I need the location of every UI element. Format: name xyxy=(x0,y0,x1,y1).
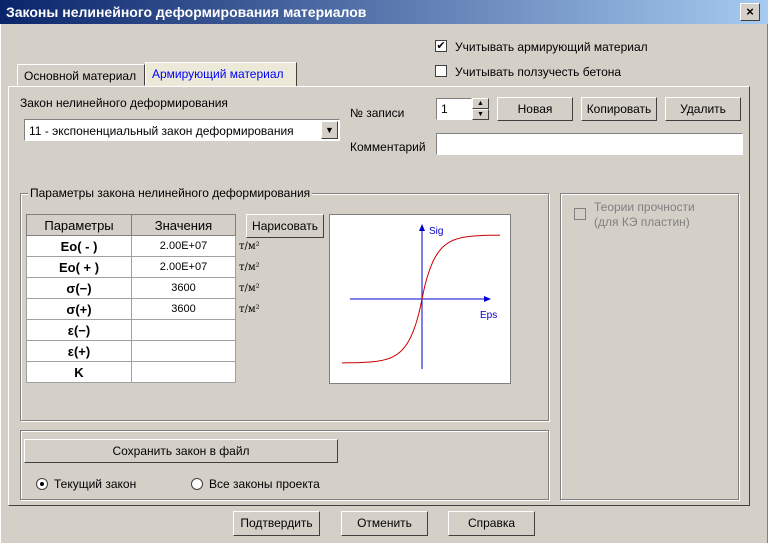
all-laws-label: Все законы проекта xyxy=(209,477,320,491)
unit-label: т/м² xyxy=(239,262,260,273)
draw-button-label: Нарисовать xyxy=(252,219,318,233)
title-bar: Законы нелинейного деформирования матери… xyxy=(0,0,768,24)
delete-record-label: Удалить xyxy=(680,102,726,116)
law-plot: Sig Eps xyxy=(329,214,511,384)
comment-label: Комментарий xyxy=(350,140,426,154)
creep-checkbox[interactable] xyxy=(435,65,447,77)
comment-input[interactable] xyxy=(436,133,743,155)
delete-record-button[interactable]: Удалить xyxy=(665,97,741,121)
params-group-title: Параметры закона нелинейного деформирова… xyxy=(28,186,313,200)
close-icon: × xyxy=(746,4,754,19)
record-number-value: 1 xyxy=(441,102,448,116)
strength-group xyxy=(560,193,739,500)
help-label: Справка xyxy=(467,516,516,530)
window-title: Законы нелинейного деформирования матери… xyxy=(6,4,367,20)
cancel-label: Отменить xyxy=(357,516,412,530)
current-law-label: Текущий закон xyxy=(54,477,137,491)
unit-label: т/м² xyxy=(239,283,260,294)
new-record-label: Новая xyxy=(517,102,553,116)
tab-main-material-label: Основной материал xyxy=(24,69,137,83)
table-row: K xyxy=(26,361,236,383)
param-value-cell[interactable] xyxy=(131,361,236,383)
y-axis-label: Sig xyxy=(429,226,443,237)
strength-checkbox[interactable] xyxy=(574,208,586,220)
law-select-value: 11 - экспоненциальный закон деформирован… xyxy=(29,124,294,138)
reinforcing-checkbox[interactable]: ✔ xyxy=(435,40,447,52)
copy-record-label: Копировать xyxy=(586,102,652,116)
confirm-button[interactable]: Подтвердить xyxy=(233,511,320,536)
help-button[interactable]: Справка xyxy=(448,511,535,536)
param-value-cell[interactable]: 3600 xyxy=(131,298,236,320)
param-name: Eo( + ) xyxy=(26,256,132,278)
unit-label: т/м² xyxy=(239,241,260,252)
spin-down-icon[interactable]: ▼ xyxy=(472,109,489,120)
param-name: K xyxy=(26,361,132,383)
param-name: Eo( - ) xyxy=(26,235,132,257)
close-button[interactable]: × xyxy=(740,3,760,21)
law-label: Закон нелинейного деформирования xyxy=(20,96,228,110)
all-laws-radio[interactable] xyxy=(191,478,203,490)
tab-reinforcing-material[interactable]: Армирующий материал xyxy=(145,62,297,86)
record-number-input[interactable]: 1 xyxy=(436,98,472,120)
param-value-cell[interactable]: 3600 xyxy=(131,277,236,299)
creep-checkbox-label: Учитывать ползучесть бетона xyxy=(455,65,622,79)
param-value-cell[interactable] xyxy=(131,340,236,362)
param-name: σ(+) xyxy=(26,298,132,320)
save-law-button[interactable]: Сохранить закон в файл xyxy=(24,439,338,463)
param-value-cell[interactable]: 2.00E+07 xyxy=(131,256,236,278)
tab-reinforcing-material-label: Армирующий материал xyxy=(152,67,284,81)
col-header-params: Параметры xyxy=(26,214,132,236)
spin-up-icon[interactable]: ▲ xyxy=(472,98,489,109)
table-row: Eo( - ) 2.00E+07 xyxy=(26,235,236,257)
confirm-label: Подтвердить xyxy=(240,516,313,530)
tab-main-material[interactable]: Основной материал xyxy=(17,64,145,86)
params-table: Параметры Значения Eo( - ) 2.00E+07 Eo( +… xyxy=(26,214,236,383)
save-law-label: Сохранить закон в файл xyxy=(112,444,250,458)
table-row: Eo( + ) 2.00E+07 xyxy=(26,256,236,278)
table-row: σ(−) 3600 xyxy=(26,277,236,299)
law-select[interactable]: 11 - экспоненциальный закон деформирован… xyxy=(24,119,340,141)
copy-record-button[interactable]: Копировать xyxy=(581,97,657,121)
unit-label: т/м² xyxy=(239,304,260,315)
table-row: ε(+) xyxy=(26,340,236,362)
reinforcing-checkbox-label: Учитывать армирующий материал xyxy=(455,40,648,54)
x-axis-arrow-icon xyxy=(484,296,491,302)
checkmark-icon: ✔ xyxy=(436,40,446,52)
table-row: σ(+) 3600 xyxy=(26,298,236,320)
param-name: σ(−) xyxy=(26,277,132,299)
chevron-down-icon[interactable]: ▼ xyxy=(321,121,338,139)
draw-button[interactable]: Нарисовать xyxy=(246,214,324,238)
table-row: ε(−) xyxy=(26,319,236,341)
new-record-button[interactable]: Новая xyxy=(497,97,573,121)
strength-label-line1: Теории прочности xyxy=(594,200,695,214)
current-law-radio[interactable] xyxy=(36,478,48,490)
strength-label-line2: (для КЭ пластин) xyxy=(594,215,690,229)
param-name: ε(+) xyxy=(26,340,132,362)
param-value-cell[interactable]: 2.00E+07 xyxy=(131,235,236,257)
col-header-values: Значения xyxy=(131,214,236,236)
param-value-cell[interactable] xyxy=(131,319,236,341)
radio-dot-icon xyxy=(40,482,44,486)
law-plot-svg: Sig Eps xyxy=(342,224,500,369)
cancel-button[interactable]: Отменить xyxy=(341,511,428,536)
param-name: ε(−) xyxy=(26,319,132,341)
record-label: № записи xyxy=(350,106,405,120)
x-axis-label: Eps xyxy=(480,310,497,321)
y-axis-arrow-icon xyxy=(419,224,425,231)
